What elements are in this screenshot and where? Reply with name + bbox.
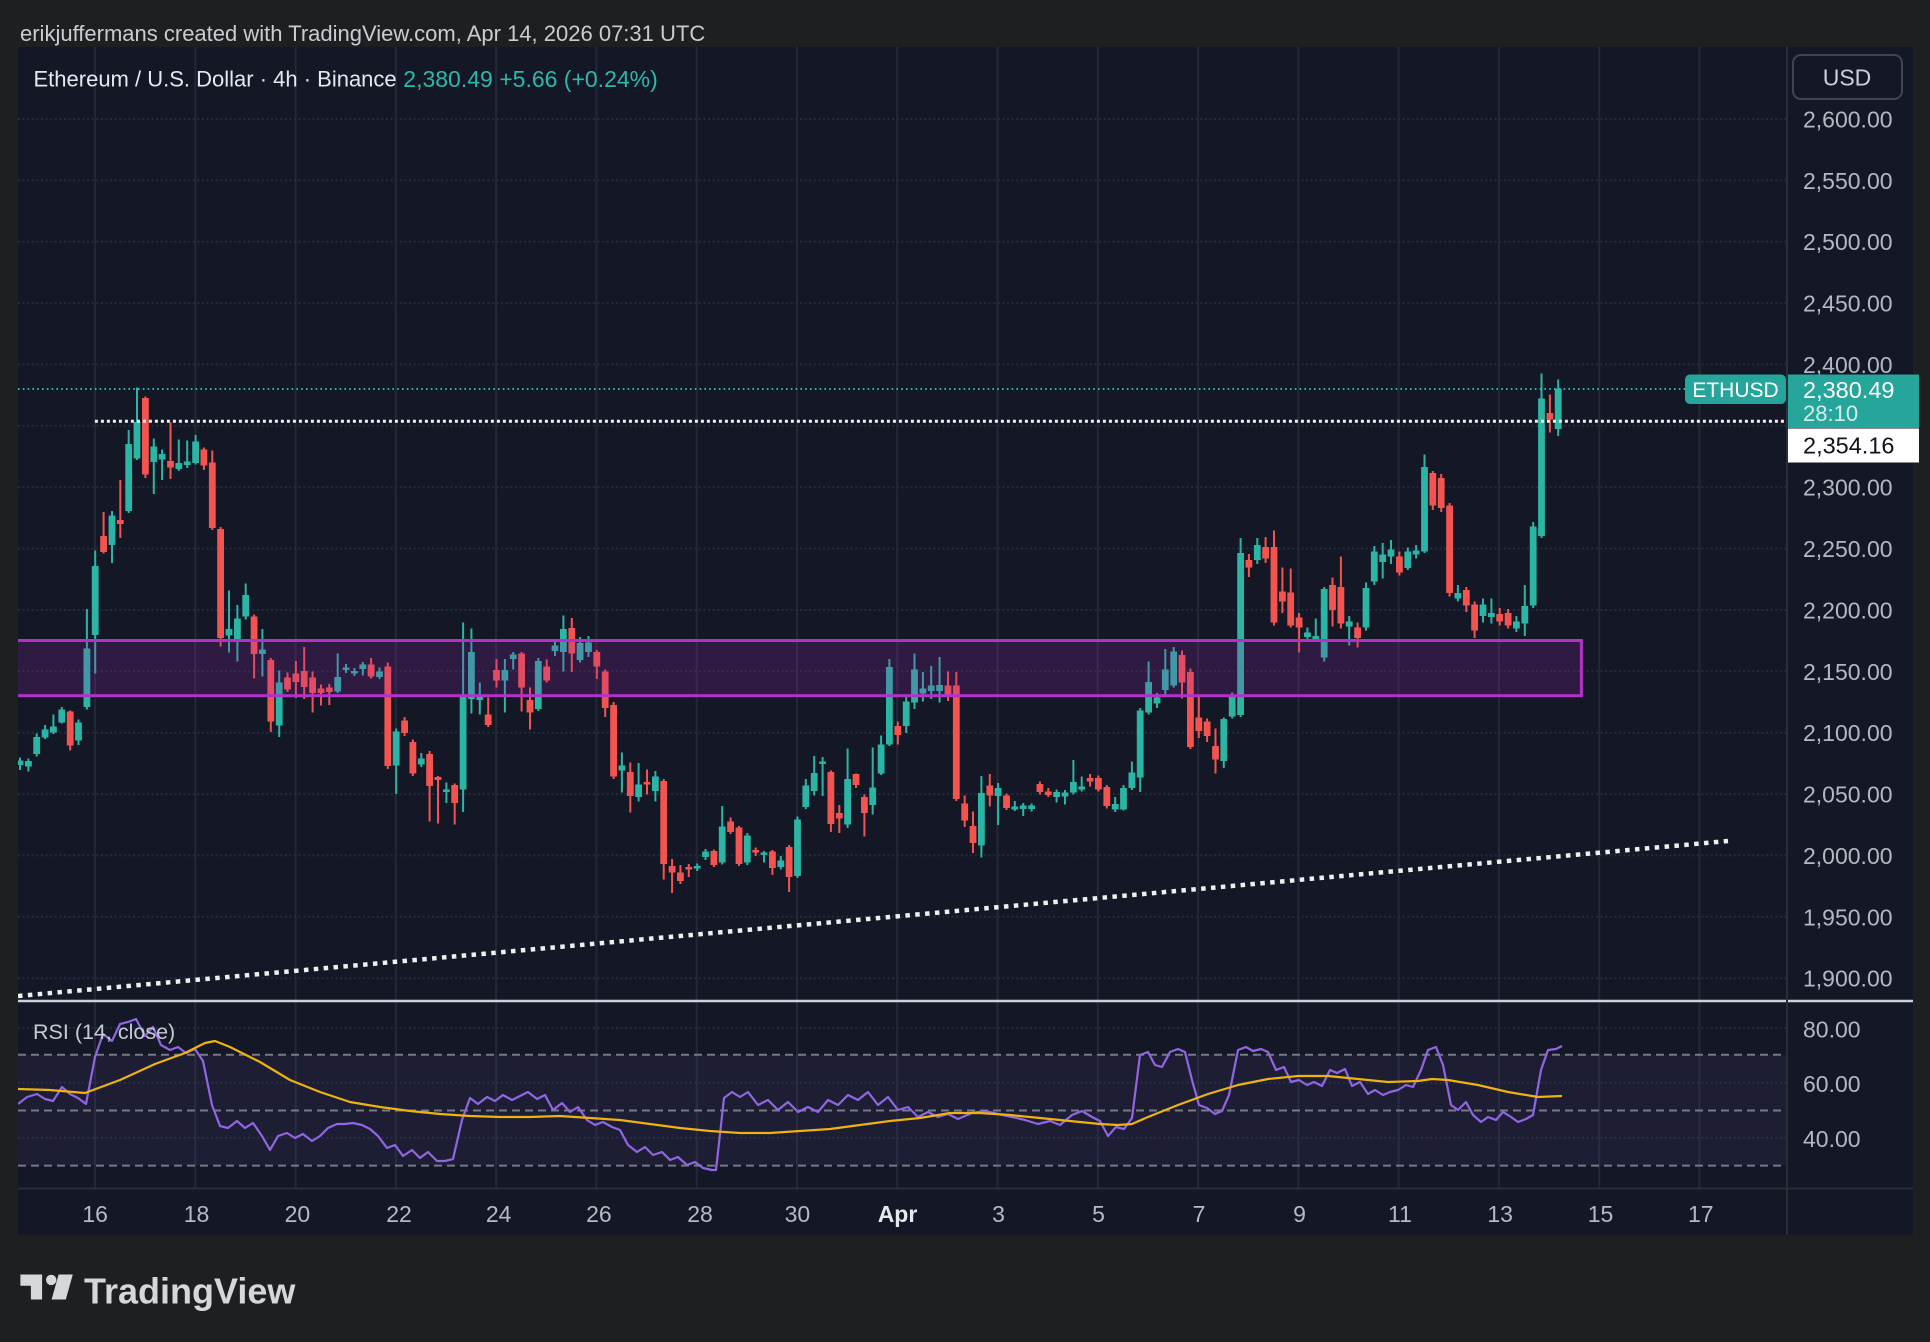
svg-text:24: 24 xyxy=(486,1201,512,1227)
svg-text:18: 18 xyxy=(184,1201,210,1227)
svg-text:26: 26 xyxy=(586,1201,612,1227)
svg-text:ETHUSD: ETHUSD xyxy=(1692,379,1778,402)
svg-text:2,100.00: 2,100.00 xyxy=(1803,720,1893,746)
svg-text:Apr: Apr xyxy=(878,1201,918,1227)
svg-text:16: 16 xyxy=(82,1201,108,1227)
svg-text:17: 17 xyxy=(1688,1201,1714,1227)
svg-text:28: 28 xyxy=(687,1201,713,1227)
svg-text:40.00: 40.00 xyxy=(1803,1126,1861,1152)
svg-text:11: 11 xyxy=(1388,1201,1412,1227)
svg-text:2,500.00: 2,500.00 xyxy=(1803,229,1893,255)
svg-text:2,380.49 +5.66 (+0.24%): 2,380.49 +5.66 (+0.24%) xyxy=(403,66,657,92)
svg-text:5: 5 xyxy=(1092,1201,1105,1227)
svg-text:2,250.00: 2,250.00 xyxy=(1803,536,1893,562)
svg-text:13: 13 xyxy=(1487,1201,1513,1227)
svg-text:2,400.00: 2,400.00 xyxy=(1803,352,1893,378)
svg-text:2,050.00: 2,050.00 xyxy=(1803,782,1893,808)
svg-text:2,150.00: 2,150.00 xyxy=(1803,659,1893,685)
svg-text:2,550.00: 2,550.00 xyxy=(1803,168,1893,194)
svg-text:30: 30 xyxy=(785,1201,811,1227)
svg-text:28:10: 28:10 xyxy=(1803,401,1858,426)
svg-text:2,300.00: 2,300.00 xyxy=(1803,475,1893,501)
svg-text:1,900.00: 1,900.00 xyxy=(1803,966,1893,992)
svg-text:3: 3 xyxy=(992,1201,1005,1227)
svg-text:2,450.00: 2,450.00 xyxy=(1803,291,1893,317)
svg-text:1,950.00: 1,950.00 xyxy=(1803,904,1893,930)
svg-text:USD: USD xyxy=(1823,65,1872,91)
svg-text:60.00: 60.00 xyxy=(1803,1071,1861,1097)
svg-text:80.00: 80.00 xyxy=(1803,1017,1861,1043)
svg-text:Ethereum / U.S. Dollar · 4h ·: Ethereum / U.S. Dollar · 4h · Binance xyxy=(34,67,397,92)
svg-text:2,000.00: 2,000.00 xyxy=(1803,843,1893,869)
svg-text:RSI (14, close): RSI (14, close) xyxy=(33,1020,175,1044)
svg-text:9: 9 xyxy=(1293,1201,1306,1227)
svg-text:2,600.00: 2,600.00 xyxy=(1803,107,1893,133)
svg-text:2,380.49: 2,380.49 xyxy=(1803,377,1894,403)
svg-text:22: 22 xyxy=(386,1201,412,1227)
svg-text:20: 20 xyxy=(285,1201,311,1227)
svg-text:15: 15 xyxy=(1588,1201,1614,1227)
svg-text:2,354.16: 2,354.16 xyxy=(1803,433,1894,459)
svg-text:erikjuffermans created with Tr: erikjuffermans created with TradingView.… xyxy=(20,21,705,46)
svg-text:TradingView: TradingView xyxy=(84,1271,296,1312)
svg-text:2,200.00: 2,200.00 xyxy=(1803,598,1893,624)
svg-text:7: 7 xyxy=(1193,1201,1206,1227)
